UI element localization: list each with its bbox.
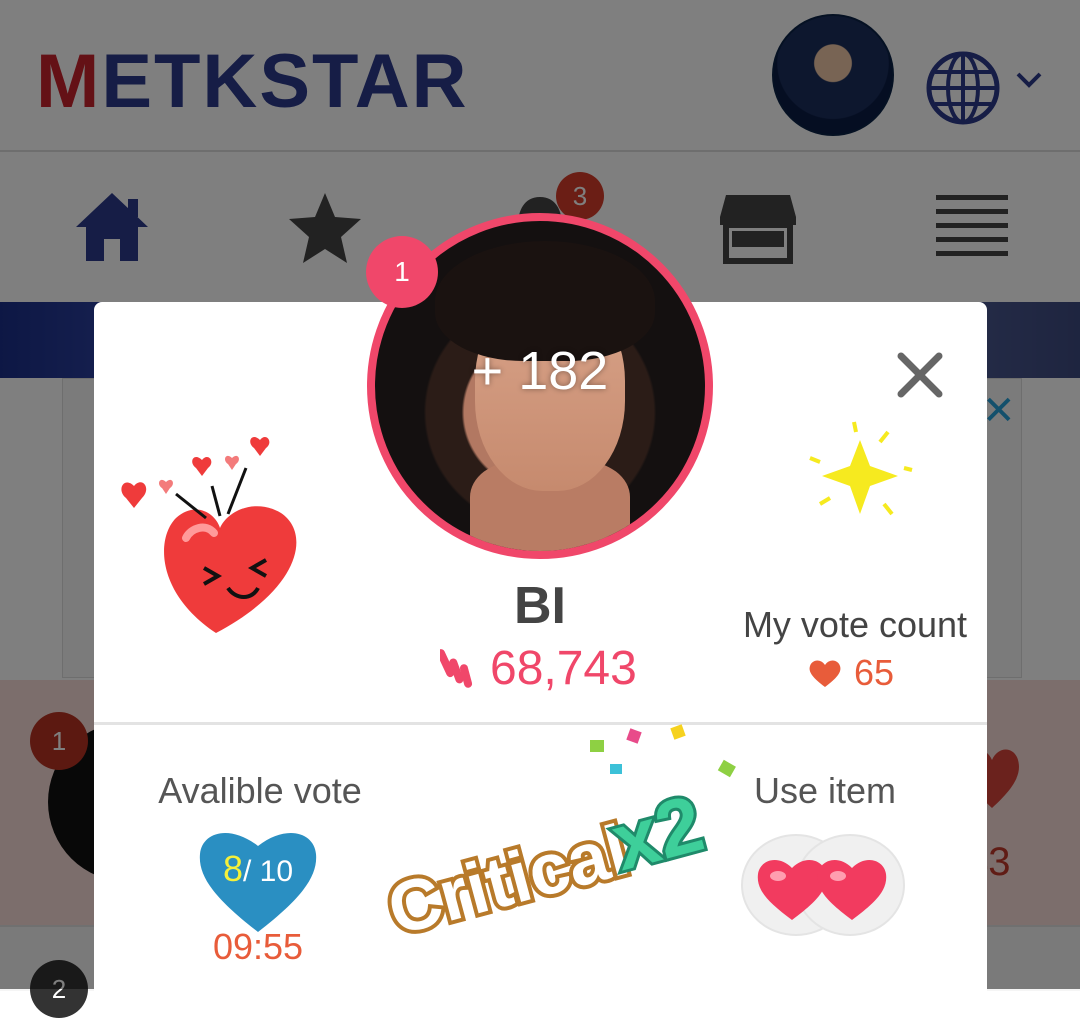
sparkle-sticker bbox=[809, 421, 913, 516]
idol-name: BI bbox=[514, 577, 566, 635]
use-item-label: Use item bbox=[753, 770, 897, 811]
close-icon[interactable] bbox=[895, 350, 945, 400]
my-vote-number: 65 bbox=[854, 652, 895, 693]
recharge-timer: 09:55 bbox=[212, 926, 304, 967]
my-vote-count: 65 bbox=[808, 652, 894, 694]
available-max: / 10 bbox=[242, 855, 294, 888]
rank-badge: 1 bbox=[366, 236, 438, 308]
plus-votes: + 182 bbox=[471, 341, 609, 401]
finger-heart-icon bbox=[440, 649, 473, 688]
page: METKSTAR bbox=[0, 0, 1080, 1018]
my-vote-label: My vote count bbox=[742, 604, 968, 645]
available-current: 8 bbox=[222, 848, 243, 889]
available-vote-count: 8/ 10 bbox=[196, 848, 320, 890]
available-vote-label: Avalible vote bbox=[158, 770, 362, 811]
heart-sticker bbox=[121, 437, 297, 633]
critical-text: Critical bbox=[380, 810, 636, 940]
use-item-button[interactable] bbox=[740, 832, 906, 938]
critical-x2-sticker: Critical x2 bbox=[376, 724, 736, 940]
idol-total-votes: 68,743 bbox=[440, 638, 637, 698]
idol-votes-number: 68,743 bbox=[490, 641, 637, 695]
heart-icon bbox=[809, 660, 841, 687]
